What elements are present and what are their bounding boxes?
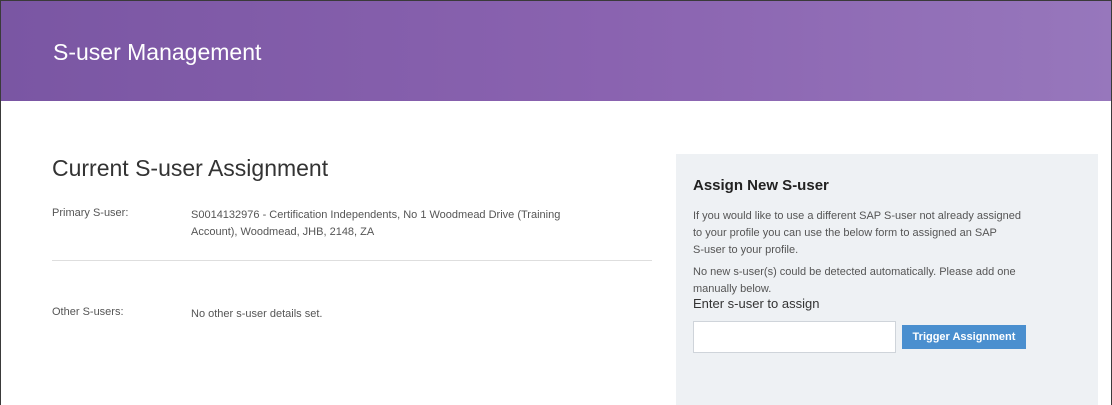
s-user-input-label: Enter s-user to assign <box>693 296 820 311</box>
page-title: S-user Management <box>53 39 262 65</box>
assign-new-s-user-panel: Assign New S-user If you would like to u… <box>676 154 1098 405</box>
other-s-users-value: No other s-user details set. <box>191 308 323 320</box>
assign-panel-description: If you would like to use a different SAP… <box>693 208 1088 259</box>
primary-s-user-value: S0014132976 - Certification Independents… <box>191 207 560 241</box>
section-divider <box>52 260 652 261</box>
s-user-input[interactable] <box>693 321 896 353</box>
assign-panel-description-line-3: S-user to your profile. <box>693 244 799 256</box>
assign-panel-description-line-2: to your profile you can use the below fo… <box>693 227 997 239</box>
current-assignment-title: Current S-user Assignment <box>52 155 329 181</box>
assign-panel-description-line-1: If you would like to use a different SAP… <box>693 210 1021 222</box>
assign-panel-notice-line-1: No new s-user(s) could be detected autom… <box>693 266 1016 278</box>
trigger-assignment-button[interactable]: Trigger Assignment <box>902 325 1026 349</box>
page-header: S-user Management <box>1 1 1111 101</box>
assign-panel-title: Assign New S-user <box>693 177 829 194</box>
assign-panel-notice: No new s-user(s) could be detected autom… <box>693 264 1088 298</box>
primary-s-user-label: Primary S-user: <box>52 207 129 219</box>
primary-s-user-value-line-1: S0014132976 - Certification Independents… <box>191 209 561 221</box>
primary-s-user-value-line-2: Account), Woodmead, JHB, 2148, ZA <box>191 226 375 238</box>
other-s-users-label: Other S-users: <box>52 306 124 318</box>
